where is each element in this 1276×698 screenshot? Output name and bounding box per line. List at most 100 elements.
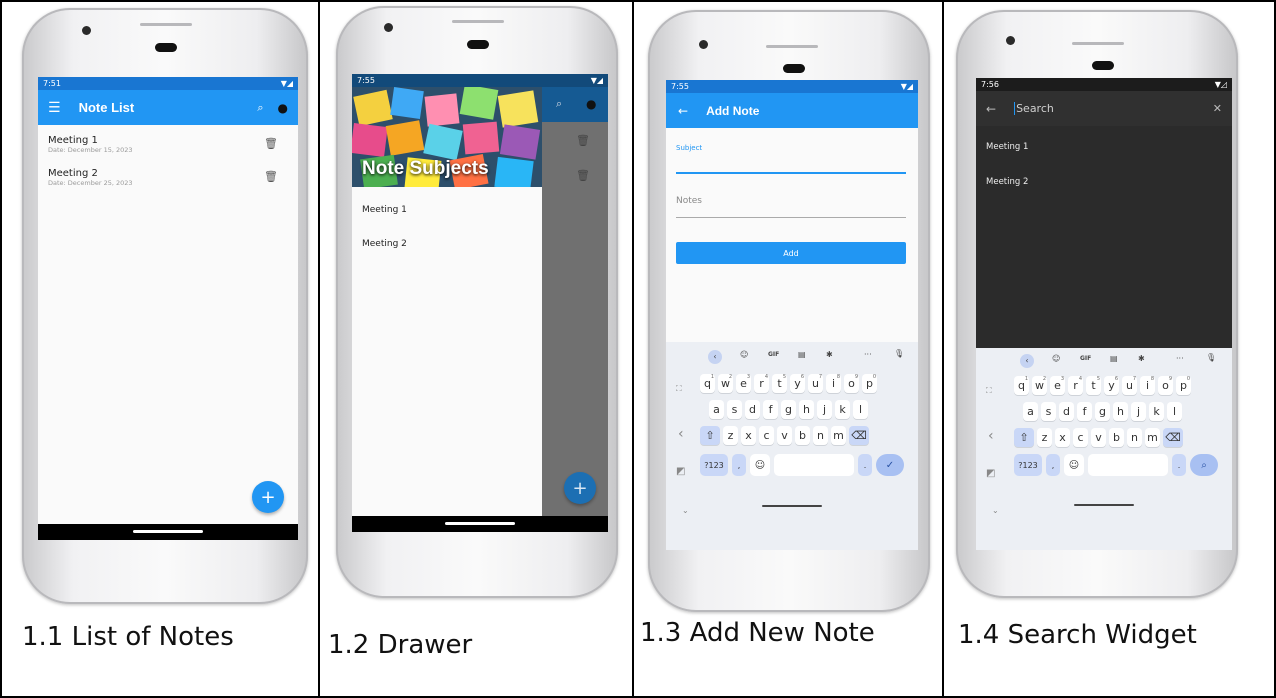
key-v[interactable]: v bbox=[777, 426, 792, 445]
clipboard-icon[interactable]: ▤ bbox=[1110, 354, 1118, 363]
key-q[interactable]: q1 bbox=[700, 374, 715, 393]
key-c[interactable]: c bbox=[1073, 428, 1088, 447]
back-arrow-icon[interactable]: ← bbox=[986, 102, 996, 116]
key-l[interactable]: l bbox=[853, 400, 868, 419]
collapse-toolbar-icon[interactable]: ‹ bbox=[1020, 354, 1034, 368]
key-z[interactable]: z bbox=[1037, 428, 1052, 447]
sticker-icon[interactable]: ☺ bbox=[1052, 354, 1060, 363]
key-x[interactable]: x bbox=[1055, 428, 1070, 447]
microphone-icon[interactable]: 🎙 bbox=[1206, 353, 1216, 362]
key-d[interactable]: d bbox=[1059, 402, 1074, 421]
subject-input[interactable] bbox=[676, 172, 906, 174]
clipboard-icon[interactable]: ▤ bbox=[798, 350, 806, 359]
symbols-key[interactable]: ?123 bbox=[1014, 454, 1042, 476]
key-z[interactable]: z bbox=[723, 426, 738, 445]
key-t[interactable]: t5 bbox=[772, 374, 787, 393]
microphone-icon[interactable]: 🎙 bbox=[894, 349, 904, 358]
key-f[interactable]: f bbox=[763, 400, 778, 419]
key-g[interactable]: g bbox=[1095, 402, 1110, 421]
add-note-fab[interactable]: + bbox=[252, 481, 284, 513]
key-r[interactable]: r4 bbox=[754, 374, 769, 393]
key-w[interactable]: w2 bbox=[1032, 376, 1047, 395]
delete-icon[interactable]: 🗑 bbox=[264, 170, 278, 183]
sticker-icon[interactable]: ☺ bbox=[740, 350, 748, 359]
more-options-icon[interactable]: ··· bbox=[1176, 354, 1184, 363]
key-i[interactable]: i8 bbox=[826, 374, 841, 393]
search-result[interactable]: Meeting 2 bbox=[986, 177, 1028, 187]
gif-button[interactable]: GIF bbox=[768, 351, 779, 358]
key-k[interactable]: k bbox=[835, 400, 850, 419]
home-indicator[interactable] bbox=[445, 522, 515, 525]
drawer-item[interactable]: Meeting 2 bbox=[362, 239, 407, 249]
key-n[interactable]: n bbox=[1127, 428, 1142, 447]
key-v[interactable]: v bbox=[1091, 428, 1106, 447]
back-chevron-icon[interactable]: ‹ bbox=[988, 428, 994, 444]
key-h[interactable]: h bbox=[1113, 402, 1128, 421]
key-n[interactable]: n bbox=[813, 426, 828, 445]
resize-icon[interactable]: ⛶ bbox=[676, 384, 682, 394]
key-h[interactable]: h bbox=[799, 400, 814, 419]
dark-mode-icon[interactable]: ● bbox=[278, 101, 288, 115]
key-m[interactable]: m bbox=[1145, 428, 1160, 447]
search-icon[interactable]: ⌕ bbox=[257, 101, 263, 115]
key-c[interactable]: c bbox=[759, 426, 774, 445]
close-icon[interactable]: ✕ bbox=[1213, 102, 1222, 115]
home-indicator[interactable] bbox=[133, 530, 203, 533]
settings-icon[interactable]: ✱ bbox=[826, 350, 833, 359]
key-s[interactable]: s bbox=[1041, 402, 1056, 421]
search-input[interactable]: Search bbox=[1014, 102, 1054, 115]
key-w[interactable]: w2 bbox=[718, 374, 733, 393]
search-submit-icon[interactable]: ⌕ bbox=[1190, 454, 1218, 476]
back-chevron-icon[interactable]: ‹ bbox=[678, 426, 684, 442]
key-q[interactable]: q1 bbox=[1014, 376, 1029, 395]
key-t[interactable]: t5 bbox=[1086, 376, 1101, 395]
key-o[interactable]: o9 bbox=[844, 374, 859, 393]
key-o[interactable]: o9 bbox=[1158, 376, 1173, 395]
enter-check-icon[interactable]: ✓ bbox=[876, 454, 904, 476]
key-m[interactable]: m bbox=[831, 426, 846, 445]
key-d[interactable]: d bbox=[745, 400, 760, 419]
home-indicator[interactable] bbox=[762, 505, 822, 507]
period-key[interactable]: . bbox=[1172, 454, 1186, 476]
key-e[interactable]: e3 bbox=[736, 374, 751, 393]
drawer-item[interactable]: Meeting 1 bbox=[362, 205, 407, 215]
key-r[interactable]: r4 bbox=[1068, 376, 1083, 395]
floating-keyboard-icon[interactable]: ◩ bbox=[676, 466, 685, 477]
key-y[interactable]: y6 bbox=[1104, 376, 1119, 395]
emoji-icon[interactable]: ☺ bbox=[750, 454, 770, 476]
key-k[interactable]: k bbox=[1149, 402, 1164, 421]
backspace-key[interactable]: ⌫ bbox=[849, 426, 869, 445]
key-i[interactable]: i8 bbox=[1140, 376, 1155, 395]
more-options-icon[interactable]: ··· bbox=[864, 350, 872, 359]
key-a[interactable]: a bbox=[1023, 402, 1038, 421]
key-e[interactable]: e3 bbox=[1050, 376, 1065, 395]
list-item[interactable]: Meeting 2 Date: December 25, 2023 🗑 bbox=[48, 168, 288, 187]
backspace-key[interactable]: ⌫ bbox=[1163, 428, 1183, 447]
comma-key[interactable]: , bbox=[732, 454, 746, 476]
key-x[interactable]: x bbox=[741, 426, 756, 445]
key-f[interactable]: f bbox=[1077, 402, 1092, 421]
menu-icon[interactable]: ☰ bbox=[48, 100, 61, 116]
key-p[interactable]: p0 bbox=[862, 374, 877, 393]
emoji-icon[interactable]: ☺ bbox=[1064, 454, 1084, 476]
list-item[interactable]: Meeting 1 Date: December 15, 2023 🗑 bbox=[48, 135, 288, 154]
key-g[interactable]: g bbox=[781, 400, 796, 419]
resize-icon[interactable]: ⛶ bbox=[986, 386, 992, 396]
settings-icon[interactable]: ✱ bbox=[1138, 354, 1145, 363]
gif-button[interactable]: GIF bbox=[1080, 355, 1091, 362]
symbols-key[interactable]: ?123 bbox=[700, 454, 728, 476]
key-a[interactable]: a bbox=[709, 400, 724, 419]
period-key[interactable]: . bbox=[858, 454, 872, 476]
key-l[interactable]: l bbox=[1167, 402, 1182, 421]
collapse-toolbar-icon[interactable]: ‹ bbox=[708, 350, 722, 364]
add-button[interactable]: Add bbox=[676, 242, 906, 264]
delete-icon[interactable]: 🗑 bbox=[264, 137, 278, 150]
space-bar[interactable] bbox=[774, 454, 854, 476]
key-s[interactable]: s bbox=[727, 400, 742, 419]
notes-input[interactable]: Notes bbox=[676, 196, 702, 206]
shift-key[interactable]: ⇧ bbox=[1014, 428, 1034, 447]
hide-keyboard-icon[interactable]: ⌄ bbox=[992, 506, 999, 515]
search-result[interactable]: Meeting 1 bbox=[986, 142, 1028, 152]
shift-key[interactable]: ⇧ bbox=[700, 426, 720, 445]
key-j[interactable]: j bbox=[1131, 402, 1146, 421]
